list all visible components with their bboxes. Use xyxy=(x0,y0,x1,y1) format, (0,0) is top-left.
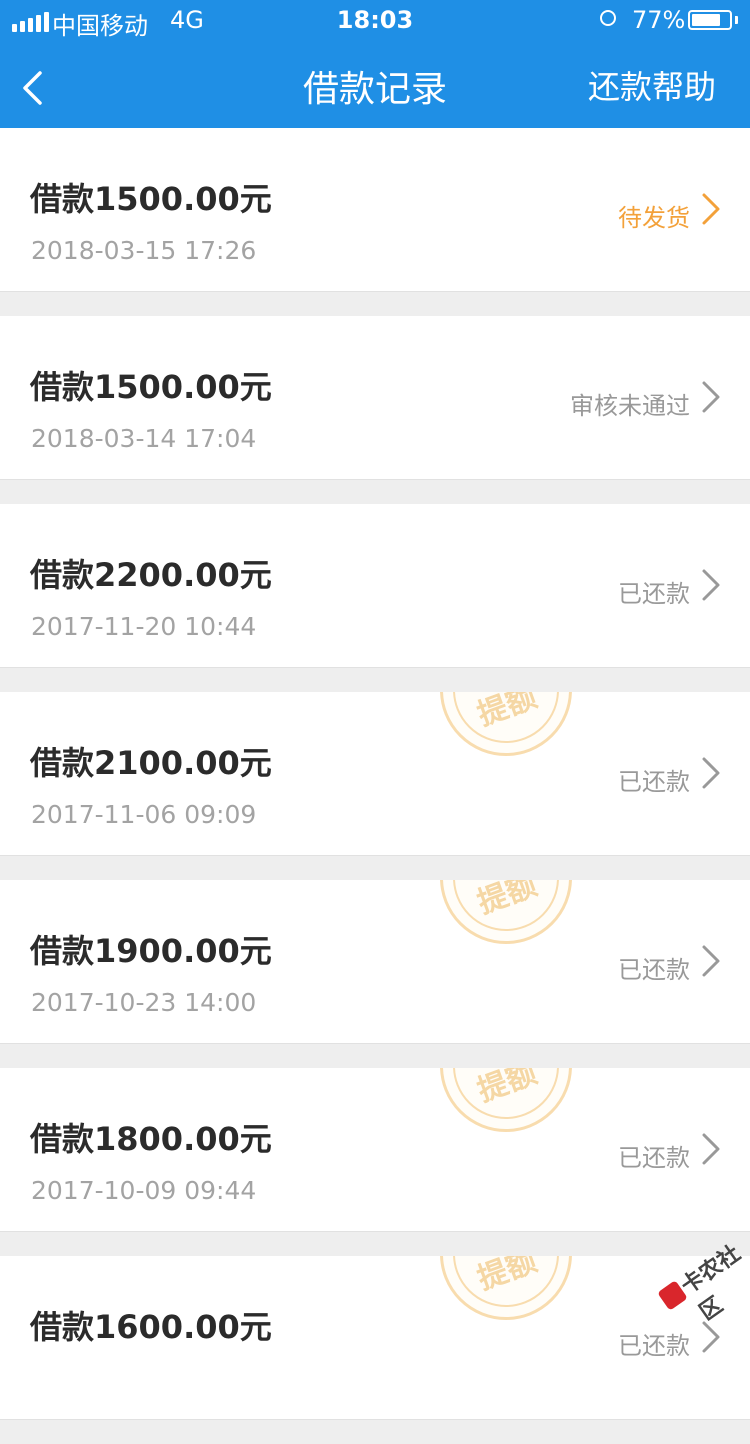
loan-status: 已还款 xyxy=(618,768,690,796)
loan-record-item[interactable]: 提额借款1600.00元已还款 xyxy=(0,1256,750,1420)
loan-amount: 借款1500.00元 xyxy=(30,180,272,218)
loan-record-item[interactable]: 借款1500.00元 2018-03-14 17:04 审核未通过 xyxy=(0,316,750,480)
chevron-right-icon xyxy=(702,569,720,601)
header-bar: 中国移动 4G 18:03 77% 借款记录 还款帮助 xyxy=(0,0,750,128)
loan-amount: 借款1900.00元 xyxy=(30,932,272,970)
loan-amount: 借款1600.00元 xyxy=(30,1308,272,1346)
loan-status: 待发货 xyxy=(618,204,690,232)
loan-date: 2017-11-06 09:09 xyxy=(31,800,257,829)
loan-record-item[interactable]: 提额借款1900.00元 2017-10-23 14:00 已还款 xyxy=(0,880,750,1044)
loan-status: 已还款 xyxy=(618,956,690,984)
loan-amount: 借款1500.00元 xyxy=(30,368,272,406)
battery-icon xyxy=(688,10,732,30)
repay-help-button[interactable]: 还款帮助 xyxy=(588,62,716,108)
loan-record-item[interactable]: 提额借款2100.00元 2017-11-06 09:09 已还款 xyxy=(0,692,750,856)
chevron-right-icon xyxy=(702,757,720,789)
loan-record-item[interactable]: 提额借款1800.00元 2017-10-09 09:44 已还款 xyxy=(0,1068,750,1232)
loan-date: 2017-10-23 14:00 xyxy=(31,988,257,1017)
alarm-icon xyxy=(600,10,616,26)
battery-tip xyxy=(735,16,738,24)
loan-record-item[interactable]: 借款1500.00元 2018-03-15 17:26 待发货 xyxy=(0,128,750,292)
stamp-icon: 提额 xyxy=(440,880,572,944)
loan-status: 审核未通过 xyxy=(570,392,690,420)
status-bar: 中国移动 4G 18:03 77% xyxy=(0,0,750,40)
chevron-right-icon xyxy=(702,381,720,413)
chevron-right-icon xyxy=(702,945,720,977)
chevron-right-icon xyxy=(702,193,720,225)
loan-date: 2017-11-20 10:44 xyxy=(31,612,257,641)
loan-record-list: 借款1500.00元 2018-03-15 17:26 待发货 借款1500.00元 2… xyxy=(0,128,750,1444)
loan-status: 已还款 xyxy=(618,580,690,608)
chevron-right-icon xyxy=(702,1133,720,1165)
loan-date: 2017-10-09 09:44 xyxy=(31,1176,257,1205)
loan-status: 已还款 xyxy=(618,1144,690,1172)
stamp-icon: 提额 xyxy=(440,1256,572,1320)
loan-amount: 借款1800.00元 xyxy=(30,1120,272,1158)
loan-status: 已还款 xyxy=(618,1332,690,1360)
loan-amount: 借款2100.00元 xyxy=(30,744,272,782)
battery-percent: 77% xyxy=(632,6,686,34)
stamp-icon: 提额 xyxy=(440,1068,572,1132)
loan-date: 2018-03-14 17:04 xyxy=(31,424,257,453)
loan-date: 2018-03-15 17:26 xyxy=(31,236,257,265)
loan-amount: 借款2200.00元 xyxy=(30,556,272,594)
stamp-icon: 提额 xyxy=(440,692,572,756)
loan-record-item[interactable]: 借款2200.00元 2017-11-20 10:44 已还款 xyxy=(0,504,750,668)
